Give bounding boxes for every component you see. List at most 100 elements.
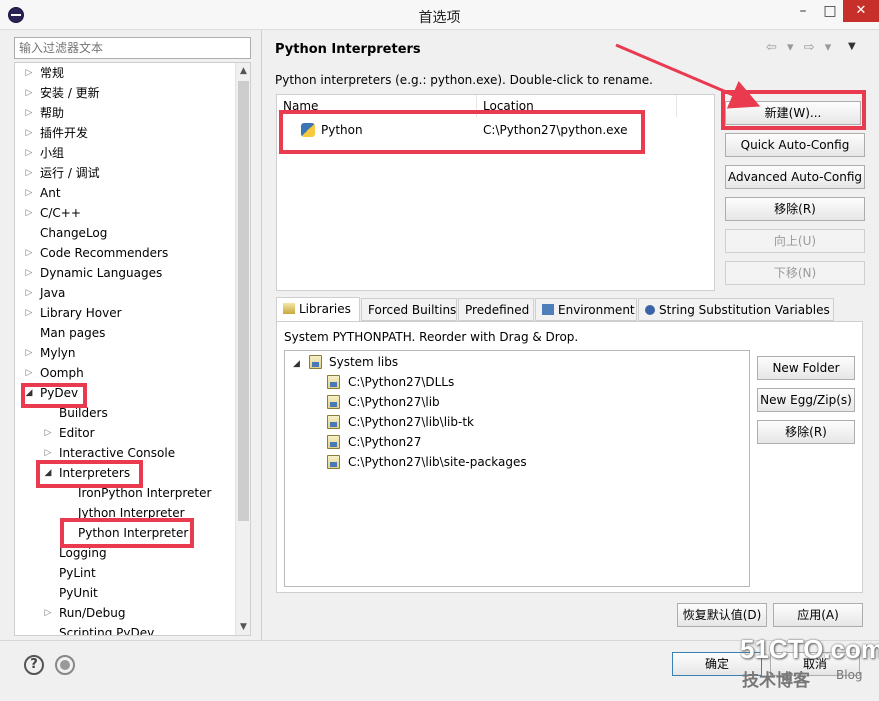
tree-item-label: PyLint (59, 566, 96, 580)
libraries-tree[interactable]: ◢ System libs C:\Python27\DLLs C:\Python27\… (284, 350, 750, 587)
history-nav[interactable]: ⇦ ▾ ⇨ ▾ (766, 40, 834, 55)
back-arrow-icon[interactable]: ⇦ ▾ (766, 40, 797, 55)
table-row[interactable]: Python C:\Python27\python.exe (277, 119, 714, 141)
collapsed-arrow-icon[interactable]: ▷ (23, 283, 35, 303)
watermark-main: 51CTO.com (740, 634, 879, 664)
library-folder-icon (327, 375, 340, 389)
collapsed-arrow-icon[interactable]: ▷ (23, 103, 35, 123)
new-folder-button[interactable]: New Folder (757, 356, 855, 380)
quick-auto-config-button[interactable]: Quick Auto-Config (725, 133, 865, 157)
tree-item-label: C/C++ (40, 206, 81, 220)
python-icon (301, 123, 315, 137)
system-libs-label: System libs (329, 355, 399, 369)
tree-scrollbar[interactable]: ▲ ▼ (235, 63, 250, 635)
collapsed-arrow-icon[interactable]: ▷ (23, 303, 35, 323)
tree-item-label: 常规 (40, 66, 65, 80)
watermark-blog: Blog (836, 668, 863, 682)
restore-defaults-button[interactable]: 恢复默认值(D) (677, 603, 767, 627)
collapsed-arrow-icon[interactable]: ▷ (23, 203, 35, 223)
system-libs-node[interactable]: ◢ System libs (293, 352, 398, 372)
tab-string-substitution[interactable]: String Substitution Variables (638, 298, 834, 321)
tree-item-label: Interpreters (59, 466, 131, 480)
collapsed-arrow-icon[interactable]: ▷ (23, 143, 35, 163)
collapsed-arrow-icon[interactable]: ▷ (42, 443, 54, 463)
tree-item-label: Interactive Console (59, 446, 176, 460)
tab-forced-builtins[interactable]: Forced Builtins (361, 298, 457, 321)
system-libs-icon (309, 355, 322, 369)
help-icon[interactable]: ? (24, 655, 44, 675)
watermark-logo: 51CTO.com 技术博客 Blog (740, 634, 879, 694)
library-folder-icon (327, 435, 340, 449)
tree-item-label: Oomph (40, 366, 84, 380)
tree-item-label: Java (40, 286, 66, 300)
move-down-button[interactable]: 下移(N) (725, 261, 865, 285)
filter-input[interactable] (14, 37, 251, 59)
collapsed-arrow-icon[interactable]: ▷ (23, 243, 35, 263)
tree-item-label: Scripting PyDev (59, 626, 155, 636)
tab-libraries[interactable]: Libraries (276, 297, 360, 322)
tree-item-label: PyDev (40, 386, 79, 400)
tree-item-label: Jython Interpreter (78, 506, 185, 520)
new-egg-zip-button[interactable]: New Egg/Zip(s) (757, 388, 855, 412)
collapsed-arrow-icon[interactable]: ▷ (23, 83, 35, 103)
scroll-down-icon[interactable]: ▼ (236, 619, 251, 635)
tree-item-label: 安装 / 更新 (40, 86, 100, 100)
move-up-button[interactable]: 向上(U) (725, 229, 865, 253)
scroll-thumb[interactable] (238, 81, 249, 521)
tree-item-label: Dynamic Languages (40, 266, 163, 280)
libraries-icon (283, 303, 295, 314)
tree-item-label: Editor (59, 426, 95, 440)
interpreter-name: Python (321, 123, 363, 137)
close-button[interactable]: ✕ (843, 0, 879, 22)
preferences-tree: ▷ 常规 ▷ 安装 / 更新 ▷ 帮助 ▷ 插件开发 ▷ 小组 ▷ 运行 / 调试 ▷ Ant ▷ C/C++… (14, 62, 251, 636)
tree-item-label: 帮助 (40, 106, 65, 120)
collapsed-arrow-icon[interactable]: ▷ (42, 603, 54, 623)
expanded-arrow-icon[interactable]: ◢ (23, 383, 35, 403)
minimize-button[interactable]: – (790, 0, 816, 22)
remove-library-button[interactable]: 移除(R) (757, 420, 855, 444)
library-folder-icon (327, 455, 340, 469)
interpreters-description: Python interpreters (e.g.: python.exe). … (275, 73, 653, 87)
collapsed-arrow-icon[interactable]: ▷ (23, 263, 35, 283)
new-interpreter-button[interactable]: 新建(W)... (725, 101, 861, 125)
interpreter-location: C:\Python27\python.exe (483, 123, 628, 137)
tree-item-label: 小组 (40, 146, 65, 160)
tree-item-label: Mylyn (40, 346, 76, 360)
interpreters-table[interactable]: Name Location Python C:\Python27\python.… (276, 94, 715, 291)
advanced-auto-config-button[interactable]: Advanced Auto-Config (725, 165, 865, 189)
collapsed-arrow-icon[interactable]: ▷ (23, 123, 35, 143)
tab-predefined[interactable]: Predefined (458, 298, 534, 321)
collapsed-arrow-icon[interactable]: ▷ (23, 183, 35, 203)
column-header-location[interactable]: Location (477, 95, 677, 117)
tree-item-label: IronPython Interpreter (78, 486, 212, 500)
library-path-label: C:\Python27\lib (348, 395, 440, 409)
library-path-label: C:\Python27\lib\lib-tk (348, 415, 474, 429)
column-header-name[interactable]: Name (277, 95, 477, 117)
library-folder-icon (327, 415, 340, 429)
library-path-label: C:\Python27 (348, 435, 422, 449)
page-title: Python Interpreters (275, 42, 421, 57)
view-menu-icon[interactable]: ▼ (848, 41, 856, 52)
collapsed-arrow-icon[interactable]: ▷ (23, 163, 35, 183)
library-folder-icon (327, 395, 340, 409)
remove-interpreter-button[interactable]: 移除(R) (725, 197, 865, 221)
scroll-up-icon[interactable]: ▲ (236, 63, 251, 79)
collapsed-arrow-icon[interactable]: ▷ (23, 63, 35, 83)
tree-item-label: Builders (59, 406, 108, 420)
collapsed-arrow-icon[interactable]: ▷ (42, 423, 54, 443)
tree-item-label: Ant (40, 186, 61, 200)
collapsed-arrow-icon[interactable]: ▷ (23, 363, 35, 383)
environment-icon (542, 304, 554, 315)
maximize-button[interactable]: □ (817, 0, 843, 22)
tab-environment[interactable]: Environment (535, 298, 637, 321)
apply-button[interactable]: 应用(A) (773, 603, 863, 627)
tree-item-label: 运行 / 调试 (40, 166, 100, 180)
forward-arrow-icon[interactable]: ⇨ ▾ (804, 40, 835, 55)
expanded-arrow-icon[interactable]: ◢ (293, 359, 300, 369)
expanded-arrow-icon[interactable]: ◢ (42, 463, 54, 483)
tree-item-label: 插件开发 (40, 126, 89, 140)
globe-icon (645, 305, 655, 315)
collapsed-arrow-icon[interactable]: ▷ (23, 343, 35, 363)
record-macro-icon[interactable] (55, 655, 75, 675)
tree-item-label: Logging (59, 546, 107, 560)
